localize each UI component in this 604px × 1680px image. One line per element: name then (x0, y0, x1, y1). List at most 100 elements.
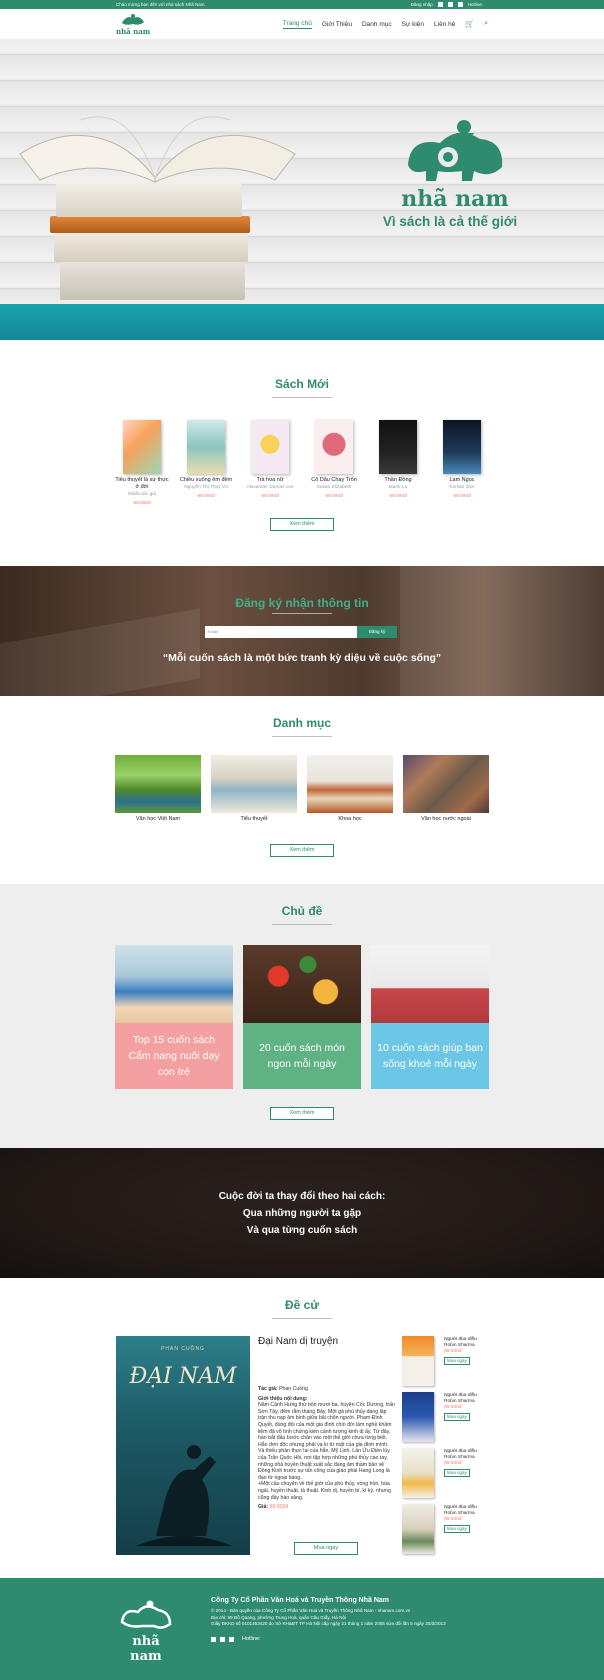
hero-book-stack (60, 260, 245, 300)
menu-item-events[interactable]: Sự kiện (402, 21, 424, 28)
book-title[interactable]: Trà hoa nữ (242, 477, 298, 484)
category-card[interactable]: Tiểu thuyết (211, 755, 297, 822)
category-card[interactable]: Khoa học (307, 755, 393, 822)
category-image[interactable] (211, 755, 297, 813)
category-image[interactable] (115, 755, 201, 813)
login-link[interactable]: Đăng nhập (411, 2, 433, 7)
topic-label[interactable]: 20 cuốn sách món ngon mỗi ngày (243, 1023, 361, 1089)
category-card[interactable]: Văn học nước ngoài (403, 755, 489, 822)
topic-label[interactable]: Top 15 cuốn sách Cẩm nang nuôi dạy con t… (115, 1023, 233, 1089)
email-input[interactable]: Email (205, 626, 357, 638)
subscribe-button[interactable]: Đăng ký (357, 626, 397, 638)
book-author: Kerstin Gier (449, 485, 475, 490)
side-buy-button[interactable]: Mua ngay (444, 1469, 470, 1477)
side-book[interactable]: Người đua diều Robin Sharma 99.000đ Mua … (402, 1392, 488, 1442)
featured-book-author: Phan Cuồng (279, 1386, 308, 1392)
subscribe-quote: “Mỗi cuốn sách là một bức tranh kỳ diệu … (162, 652, 442, 664)
cart-icon[interactable]: 🛒 (465, 20, 474, 28)
topic-image[interactable] (243, 945, 361, 1023)
side-book[interactable]: Người đua diều Robin Sharma 99.000đ Mua … (402, 1504, 488, 1554)
book-price: 99.000đ (389, 494, 407, 499)
category-label[interactable]: Tiểu thuyết (211, 816, 297, 822)
book-card[interactable]: Cô Dâu Chạy Trốn Susan Elizabeth 99.000đ (306, 420, 362, 506)
twitter-icon[interactable] (229, 1637, 234, 1643)
featured-buy-button[interactable]: Mua ngay (294, 1542, 358, 1555)
shelf-decoration (400, 566, 604, 696)
hero-book (54, 232, 248, 262)
open-book-icon (19, 116, 296, 183)
book-card[interactable]: Lam Ngọc Kerstin Gier 99.000đ (434, 420, 490, 506)
category-label[interactable]: Văn học Việt Nam (115, 816, 201, 822)
book-title[interactable]: Cô Dâu Chạy Trốn (306, 477, 362, 484)
price-label: Giá: (258, 1504, 269, 1511)
recommend-title: Đề cử (284, 1298, 320, 1312)
book-price: 99.000đ (133, 501, 151, 506)
book-card[interactable]: Trà hoa nữ Alexander Dumas con 99.000đ (242, 420, 298, 506)
book-cover[interactable] (123, 420, 161, 474)
book-cover[interactable] (251, 420, 289, 474)
side-book[interactable]: Người đua diều Robin Sharma 99.000đ Mua … (402, 1336, 488, 1386)
side-book-info: Người đua diều Robin Sharma 99.000đ Mua … (444, 1336, 477, 1386)
book-title[interactable]: Tiểu thuyết là sự thực ở đời (114, 477, 170, 491)
facebook-icon[interactable] (211, 1637, 216, 1643)
side-book-price: 99.000đ (444, 1461, 462, 1466)
category-label[interactable]: Văn học nước ngoài (403, 816, 489, 822)
category-card[interactable]: Văn học Việt Nam (115, 755, 201, 822)
side-book-cover[interactable] (402, 1504, 434, 1554)
facebook-icon[interactable] (437, 2, 443, 7)
topic-image[interactable] (115, 945, 233, 1023)
book-cover[interactable] (315, 420, 353, 474)
logo[interactable]: nhã nam (116, 13, 150, 36)
top-bar-right: Đăng nhập Hotline: (411, 2, 488, 7)
featured-book-cover[interactable]: PHAN CUỒNG ĐẠI NAM (116, 1336, 250, 1555)
category-label[interactable]: Khoa học (307, 816, 393, 822)
book-price: 99.000đ (197, 494, 215, 499)
book-cover[interactable] (443, 420, 481, 474)
side-book-cover[interactable] (402, 1336, 434, 1386)
instagram-icon[interactable] (220, 1637, 225, 1643)
title-divider (272, 397, 332, 398)
book-card[interactable]: Chiều xuống êm đềm Nguyễn Thị Thuỳ Vũ 99… (178, 420, 234, 506)
side-book-cover[interactable] (402, 1392, 434, 1442)
subscribe-title: Đăng ký nhận thông tin (235, 596, 369, 610)
side-buy-button[interactable]: Mua ngay (444, 1525, 470, 1533)
search-icon[interactable]: ⌕ (484, 20, 488, 28)
side-buy-button[interactable]: Mua ngay (444, 1413, 470, 1421)
topic-image[interactable] (371, 945, 489, 1023)
book-cover[interactable] (187, 420, 225, 474)
side-book-cover[interactable] (402, 1448, 434, 1498)
menu-item-categories[interactable]: Danh mục (362, 21, 392, 28)
topics-more-button[interactable]: Xem thêm (270, 1107, 334, 1120)
book-card[interactable]: Tiểu thuyết là sự thực ở đời Nhiều tác g… (114, 420, 170, 506)
side-buy-button[interactable]: Mua ngay (444, 1357, 470, 1365)
book-title[interactable]: Thần Đồng (370, 477, 426, 484)
footer-logo[interactable]: nhã nam (116, 1598, 176, 1664)
main-nav: nhã nam Trang chủ Giới Thiệu Danh mục Sự… (0, 9, 604, 40)
topic-card[interactable]: Top 15 cuốn sách Cẩm nang nuôi dạy con t… (115, 945, 233, 1089)
topic-label[interactable]: 10 cuốn sách giúp bạn sống khoẻ mỗi ngày (371, 1023, 489, 1089)
featured-book-intro: Năm Cảnh Hưng thứ bốn mươi ba, huyện Cốc… (258, 1402, 395, 1481)
menu-item-home[interactable]: Trang chủ (282, 20, 312, 29)
topic-card[interactable]: 10 cuốn sách giúp bạn sống khoẻ mỗi ngày (371, 945, 489, 1089)
instagram-icon[interactable] (447, 2, 453, 7)
menu-item-about[interactable]: Giới Thiệu (322, 21, 352, 28)
book-price: 99.000đ (261, 494, 279, 499)
category-image[interactable] (403, 755, 489, 813)
menu-item-contact[interactable]: Liên hệ (434, 21, 455, 28)
book-author: Susan Elizabeth (316, 485, 352, 490)
book-title[interactable]: Chiều xuống êm đềm (178, 477, 234, 484)
hero-slogan: Vì sách là cả thế giới (382, 214, 518, 229)
book-cover[interactable] (379, 420, 417, 474)
book-card[interactable]: Thần Đồng Marie Lu 99.000đ (370, 420, 426, 506)
twitter-icon[interactable] (457, 2, 463, 7)
hero-book (50, 216, 250, 233)
book-price: 99.000đ (453, 494, 471, 499)
cover-author: PHAN CUỒNG (161, 1346, 205, 1352)
book-title[interactable]: Lam Ngọc (434, 477, 490, 484)
category-image[interactable] (307, 755, 393, 813)
featured-book-title[interactable]: Đại Nam dị truyện (258, 1336, 396, 1348)
new-books-more-button[interactable]: Xem thêm (270, 518, 334, 531)
topic-card[interactable]: 20 cuốn sách món ngon mỗi ngày (243, 945, 361, 1089)
side-book[interactable]: Người đua diều Robin Sharma 99.000đ Mua … (402, 1448, 488, 1498)
categories-more-button[interactable]: Xem thêm (270, 844, 334, 857)
